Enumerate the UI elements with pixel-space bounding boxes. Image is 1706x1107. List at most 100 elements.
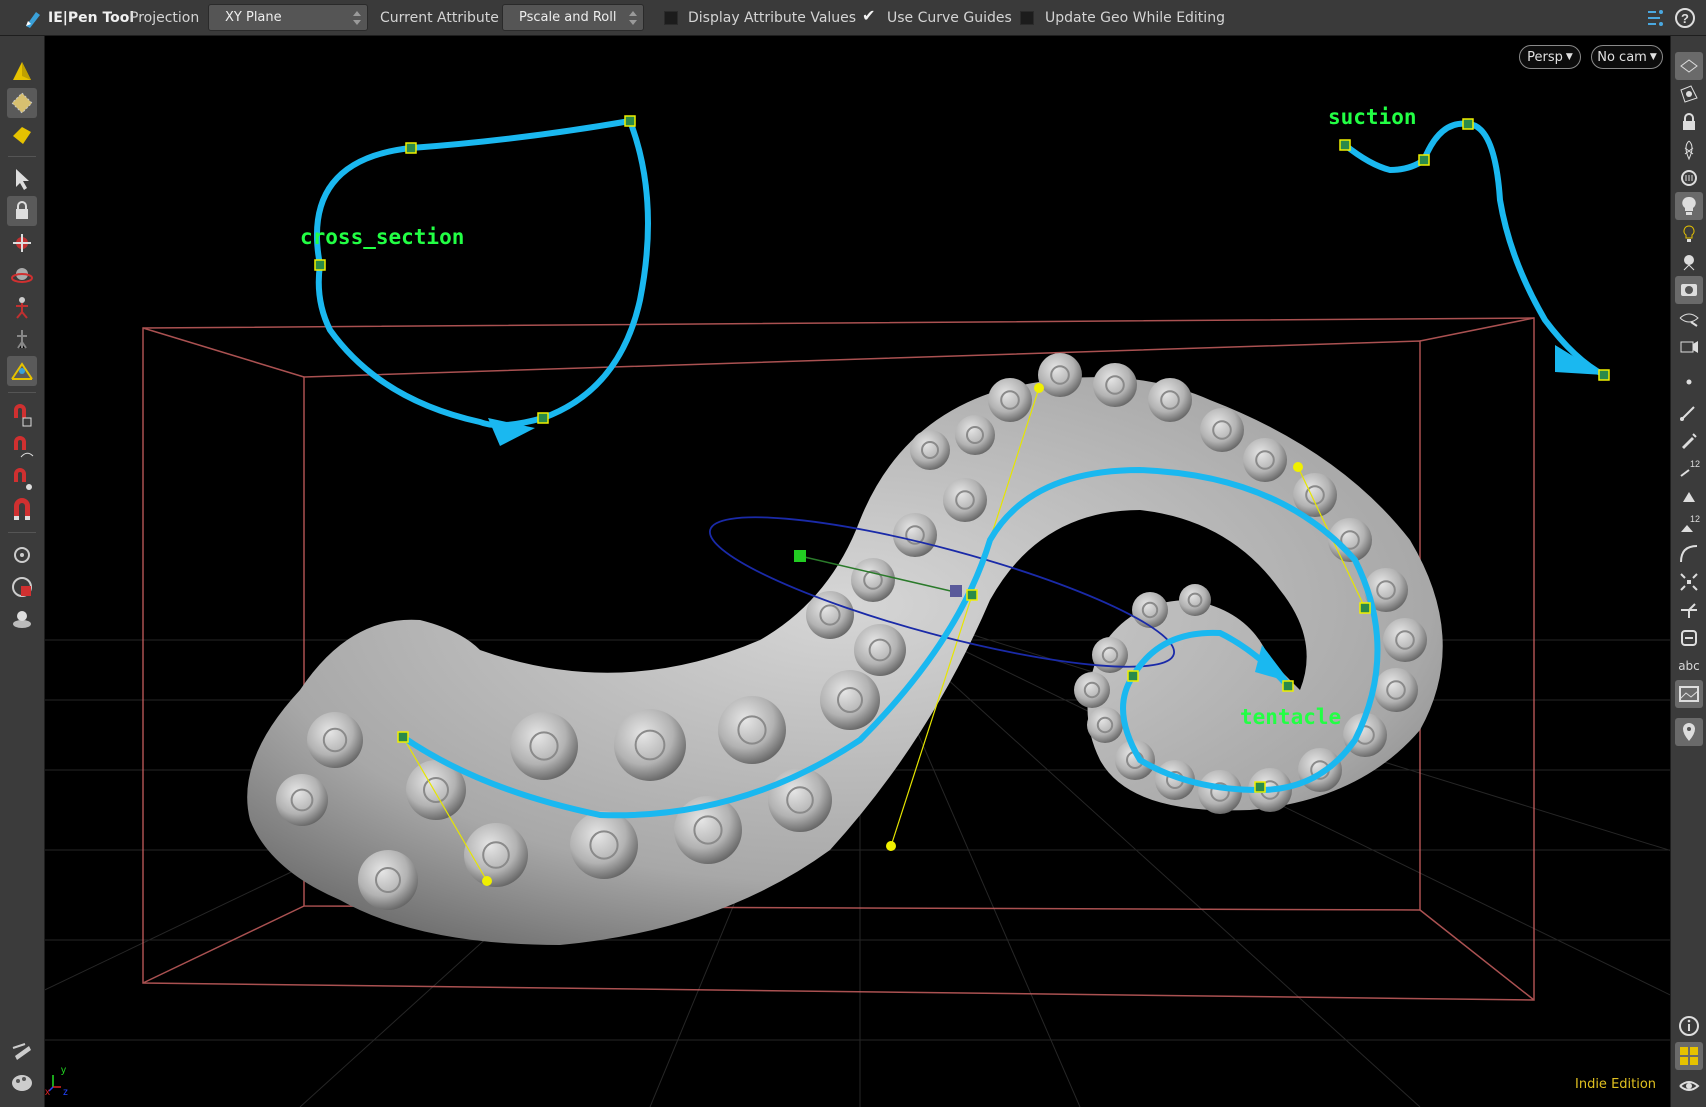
magnet-curve-icon[interactable]: [7, 432, 37, 462]
bone-icon[interactable]: [7, 324, 37, 354]
view-tool-icon[interactable]: [7, 56, 37, 86]
grid-snap-icon[interactable]: [1675, 568, 1703, 596]
projection-value: XY Plane: [225, 10, 282, 25]
light-icon[interactable]: [1675, 192, 1703, 220]
control-point[interactable]: [1418, 154, 1430, 166]
abc-icon[interactable]: abc: [1675, 652, 1703, 680]
background-icon[interactable]: [1675, 680, 1703, 708]
control-point[interactable]: [1339, 139, 1351, 151]
pencil-icon[interactable]: [1675, 426, 1703, 454]
num-12-a: 12: [1690, 459, 1700, 469]
brush-icon[interactable]: [1675, 398, 1703, 426]
sucker: [1243, 438, 1287, 482]
sucker: [1087, 707, 1123, 743]
ghost-icon[interactable]: [1675, 164, 1703, 192]
persp-label: Persp: [1527, 49, 1563, 65]
camera-icon[interactable]: [7, 572, 37, 602]
pin-icon[interactable]: [7, 1036, 37, 1066]
sucker: [955, 415, 995, 455]
sucker: [614, 709, 686, 781]
use-curve-guides-checkbox[interactable]: ✔: [862, 6, 875, 25]
pen-tool-icon[interactable]: [7, 356, 37, 386]
fill-icon[interactable]: [1675, 482, 1703, 510]
pin-icon[interactable]: [1675, 718, 1703, 746]
sucker: [820, 670, 880, 730]
control-point[interactable]: [537, 412, 549, 424]
sucker: [1298, 748, 1342, 792]
cross-section-label: cross_section: [300, 225, 465, 249]
joint-icon[interactable]: [1675, 596, 1703, 624]
list-icon[interactable]: [1675, 624, 1703, 652]
tool-options-icon[interactable]: [1646, 0, 1666, 36]
pen-tool-icon[interactable]: [22, 0, 44, 36]
wireframe-icon[interactable]: [1675, 52, 1703, 80]
sucker: [1383, 618, 1427, 662]
sucker: [1092, 637, 1128, 673]
eye-icon[interactable]: [1675, 1072, 1703, 1100]
magnet-point-icon[interactable]: [7, 464, 37, 494]
select-mode-icon[interactable]: [7, 88, 37, 118]
palette-icon[interactable]: [7, 1068, 37, 1098]
camera-view-icon[interactable]: [1675, 276, 1703, 304]
magnet-grid-icon[interactable]: [7, 400, 37, 430]
control-point[interactable]: [1282, 680, 1294, 692]
pose-icon[interactable]: [7, 292, 37, 322]
current-attribute-dropdown[interactable]: Pscale and Roll: [502, 4, 644, 31]
cross-section-curve: [313, 117, 651, 429]
handle-icon[interactable]: [7, 228, 37, 258]
sucker: [718, 696, 786, 764]
camera-menu[interactable]: No cam ▼: [1591, 45, 1663, 69]
lightbulb-icon[interactable]: [1675, 248, 1703, 276]
sucker: [768, 768, 832, 832]
sucker: [893, 513, 937, 557]
update-geo-checkbox[interactable]: [1020, 11, 1034, 25]
point-icon[interactable]: [1675, 368, 1703, 396]
edition-label: Indie Edition: [1575, 1077, 1657, 1092]
help-icon[interactable]: ?: [1674, 0, 1696, 36]
spinner-arrows-icon: [629, 11, 637, 25]
sucker: [988, 378, 1032, 422]
sucker: [851, 558, 895, 602]
xray-icon[interactable]: [1675, 136, 1703, 164]
layout-icon[interactable]: [1675, 1042, 1703, 1070]
chevron-down-icon: ▼: [1649, 52, 1657, 62]
right-toolbar: 12 12 abc: [1670, 36, 1706, 1107]
control-point[interactable]: [397, 731, 409, 743]
control-point[interactable]: [314, 259, 326, 271]
projection-dropdown[interactable]: XY Plane: [208, 4, 368, 31]
control-point[interactable]: [1127, 670, 1139, 682]
light-icon[interactable]: [1675, 220, 1703, 248]
rotate-icon[interactable]: [7, 260, 37, 290]
number-icon[interactable]: 12: [1675, 510, 1703, 538]
control-point[interactable]: [966, 589, 978, 601]
visibility-icon[interactable]: [1675, 304, 1703, 332]
object-mode-icon[interactable]: [7, 120, 37, 150]
control-point[interactable]: [405, 142, 417, 154]
select-arrow-icon[interactable]: [7, 164, 37, 194]
control-point[interactable]: [624, 115, 636, 127]
display-icon[interactable]: [7, 604, 37, 634]
magnet-icon[interactable]: [7, 496, 37, 526]
control-point[interactable]: [1254, 781, 1266, 793]
persp-menu[interactable]: Persp ▼: [1519, 45, 1581, 69]
svg-text:?: ?: [1681, 11, 1689, 26]
lock-icon[interactable]: [7, 196, 37, 226]
viewport[interactable]: Persp ▼ No cam ▼ cross_section suction ten…: [45, 37, 1670, 1107]
curve-icon[interactable]: [1675, 540, 1703, 568]
sucker: [806, 591, 854, 639]
sucker: [910, 430, 950, 470]
number-icon[interactable]: 12: [1675, 454, 1703, 482]
sucker: [943, 478, 987, 522]
sucker: [1374, 668, 1418, 712]
control-point[interactable]: [1359, 602, 1371, 614]
control-point[interactable]: [1598, 369, 1610, 381]
display-attr-values-checkbox[interactable]: [664, 11, 678, 25]
tentacle-label: tentacle: [1240, 705, 1342, 729]
visibility-icon[interactable]: [1675, 332, 1703, 360]
info-icon[interactable]: [1675, 1012, 1703, 1040]
snap-icon[interactable]: [7, 540, 37, 570]
shading-icon[interactable]: [1675, 80, 1703, 108]
scene-canvas[interactable]: [45, 37, 1670, 1107]
control-point[interactable]: [1462, 118, 1474, 130]
lock-icon[interactable]: [1675, 108, 1703, 136]
